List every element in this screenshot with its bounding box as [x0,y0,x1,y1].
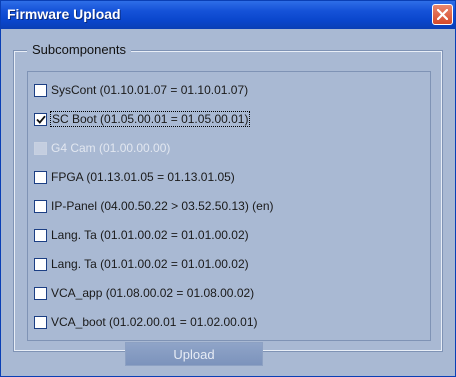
checkmark-icon [35,115,46,124]
close-button[interactable] [432,4,453,25]
subcomponent-row[interactable]: SysCont (01.10.01.07 = 01.10.01.07) [34,80,248,100]
subcomponent-label: SC Boot (01.05.00.01 = 01.05.00.01) [49,111,251,127]
subcomponent-label: VCA_app (01.08.00.02 = 01.08.00.02) [51,286,255,300]
subcomponents-list: SysCont (01.10.01.07 = 01.10.01.07) SC Bo… [27,71,431,341]
close-icon [437,9,448,20]
title-bar[interactable]: Firmware Upload [1,1,455,29]
subcomponent-label: Lang. Ta (01.01.00.02 = 01.01.00.02) [51,257,249,271]
upload-button[interactable]: Upload [125,342,263,366]
subcomponent-row[interactable]: SC Boot (01.05.00.01 = 01.05.00.01) [34,109,251,129]
subcomponent-checkbox[interactable] [34,257,47,271]
subcomponent-row[interactable]: VCA_boot (01.02.00.01 = 01.02.00.01) [34,312,258,332]
subcomponent-label: Lang. Ta (01.01.00.02 = 01.01.00.02) [51,228,249,242]
subcomponent-row[interactable]: VCA_app (01.08.00.02 = 01.08.00.02) [34,283,254,303]
subcomponent-label: SysCont (01.10.01.07 = 01.10.01.07) [51,83,249,97]
subcomponent-label: VCA_boot (01.02.00.01 = 01.02.00.01) [51,315,258,329]
window-title: Firmware Upload [7,6,121,22]
subcomponent-label: IP-Panel (04.00.50.22 > 03.52.50.13) (en… [51,199,274,213]
subcomponent-row[interactable]: IP-Panel (04.00.50.22 > 03.52.50.13) (en… [34,196,274,216]
subcomponent-checkbox[interactable] [34,228,47,242]
subcomponent-checkbox[interactable] [34,112,47,126]
subcomponents-legend: Subcomponents [27,42,131,57]
dialog-body: Subcomponents SysCont (01.10.01.07 = 01.… [4,29,452,374]
subcomponent-checkbox[interactable] [34,83,47,97]
subcomponent-label: G4 Cam (01.00.00.00) [51,141,171,155]
subcomponent-checkbox[interactable] [34,286,47,300]
subcomponent-checkbox[interactable] [34,315,47,329]
subcomponent-checkbox[interactable] [34,199,47,213]
subcomponent-row[interactable]: FPGA (01.13.01.05 = 01.13.01.05) [34,167,235,187]
firmware-upload-window: Firmware Upload Subcomponents SysCont (0… [0,0,456,377]
subcomponent-checkbox [34,141,47,155]
subcomponent-label: FPGA (01.13.01.05 = 01.13.01.05) [51,170,235,184]
subcomponent-checkbox[interactable] [34,170,47,184]
subcomponent-row: G4 Cam (01.00.00.00) [34,138,170,158]
subcomponent-row[interactable]: Lang. Ta (01.01.00.02 = 01.01.00.02) [34,225,249,245]
subcomponent-row[interactable]: Lang. Ta (01.01.00.02 = 01.01.00.02) [34,254,249,274]
